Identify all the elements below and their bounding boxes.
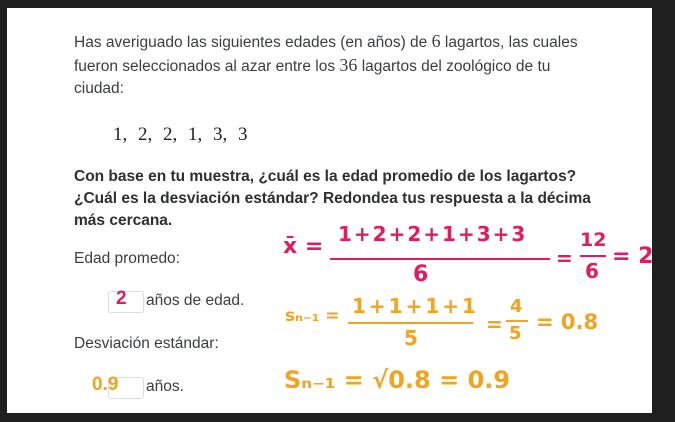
sd-unit: años.	[146, 378, 184, 395]
mean-result: = 2	[612, 244, 654, 269]
fraction-bar	[506, 320, 528, 322]
equals-sign: =	[556, 246, 573, 270]
fraction-bar	[348, 322, 473, 324]
fraction-bar	[330, 258, 550, 260]
variance-numerator: 1+1+1+1	[352, 294, 479, 318]
mean-frac-num: 12	[580, 229, 607, 251]
mean-symbol: x̄ =	[283, 234, 324, 259]
fraction-bar	[580, 255, 606, 257]
variance-frac-num: 4	[510, 296, 523, 317]
sd-calculation: Sₙ₋₁ = √0.8 = 0.9	[284, 366, 511, 394]
sample-size: 6	[431, 31, 441, 51]
variance-denominator: 5	[404, 326, 418, 350]
mean-unit: años de edad.	[146, 292, 245, 309]
mean-answer-value: 2	[116, 288, 127, 309]
mean-label: Edad promedo:	[74, 250, 180, 267]
variance-frac-den: 5	[509, 323, 522, 344]
intro-text: Has averiguado las siguientes edades (en…	[74, 34, 432, 51]
variance-symbol: sₙ₋₁ =	[285, 306, 340, 326]
sd-answer-value: 0.9	[92, 374, 119, 395]
sd-label: Desviación estándar:	[74, 335, 219, 352]
mean-denominator: 6	[413, 262, 429, 287]
equals-sign: =	[486, 312, 503, 336]
population-size: 36	[339, 55, 358, 75]
mean-numerator: 1+2+2+1+3+3	[338, 222, 528, 246]
variance-result: = 0.8	[536, 310, 599, 334]
problem-intro: Has averiguado las siguientes edades (en…	[74, 30, 594, 100]
data-values: 1, 2, 2, 1, 3, 3	[113, 124, 248, 145]
mean-frac-den: 6	[585, 259, 599, 283]
